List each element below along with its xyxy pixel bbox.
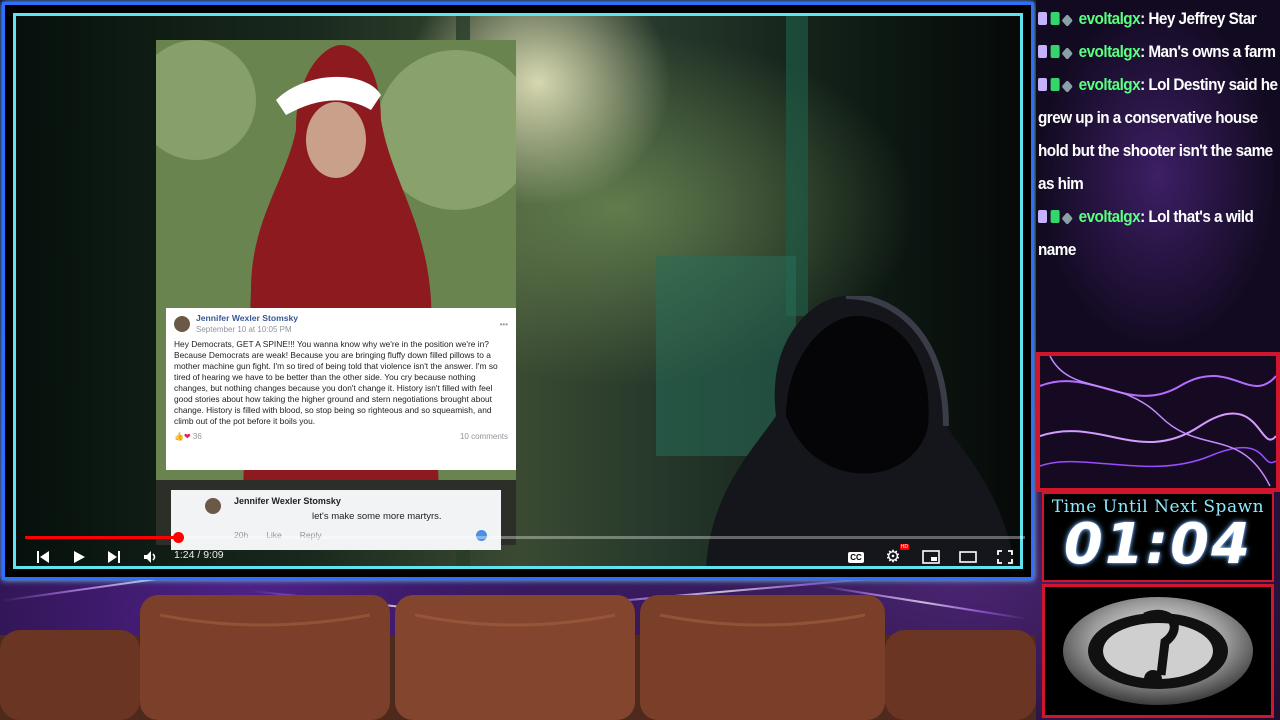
next-button[interactable]: [104, 545, 124, 569]
diamond-badge-icon: [1061, 80, 1073, 93]
music-note-logo-icon: [1063, 597, 1253, 705]
moderator-badge-icon: [1050, 78, 1060, 91]
diamond-badge-icon: [1061, 47, 1073, 60]
lightning-background-image: [1040, 356, 1276, 487]
chat-username: evoltalgx: [1078, 42, 1141, 61]
player-controls: 1:24 / 9:09 CC ⚙ HD: [25, 544, 1025, 569]
theater-icon: [959, 551, 977, 563]
volume-button[interactable]: [140, 545, 162, 569]
previous-button[interactable]: [33, 545, 53, 569]
twitch-badge-icon: [1038, 45, 1047, 58]
chat-message: evoltalgx: Hey Jeffrey Star: [1038, 2, 1279, 35]
couch-image: [0, 595, 1036, 720]
previous-icon: [37, 551, 49, 563]
settings-button[interactable]: ⚙ HD: [882, 544, 909, 569]
captions-button[interactable]: CC: [845, 545, 867, 569]
post-author[interactable]: Jennifer Wexler Stomsky: [196, 313, 298, 324]
twitch-badge-icon: [1038, 12, 1047, 25]
miniplayer-icon: [922, 550, 940, 564]
chat-message: evoltalgx: Lol that's a wild name: [1038, 200, 1279, 266]
facebook-post-card: Jennifer Wexler Stomsky September 10 at …: [166, 308, 516, 470]
chat-username: evoltalgx: [1078, 75, 1141, 94]
post-date: September 10 at 10:05 PM: [196, 325, 292, 334]
comment-author: Jennifer Wexler Stomsky: [234, 496, 341, 506]
webcam-panel: [1036, 352, 1280, 492]
post-body: Hey Democrats, GET A SPINE!!! You wanna …: [174, 339, 498, 426]
facebook-comment: Jennifer Wexler Stomsky let's make some …: [171, 490, 501, 550]
moderator-badge-icon: [1050, 45, 1060, 58]
author-avatar: [174, 316, 190, 332]
scrubber-handle[interactable]: [173, 532, 184, 543]
chat-username: evoltalgx: [1078, 9, 1141, 28]
play-icon: [74, 551, 85, 563]
twitch-badge-icon: [1038, 210, 1047, 223]
chat-text: : Hey Jeffrey Star: [1140, 9, 1257, 28]
fullscreen-button[interactable]: [994, 545, 1016, 569]
stream-overlay: Jennifer Wexler Stomsky September 10 at …: [0, 0, 1280, 720]
time-display: 1:24 / 9:09: [174, 549, 224, 561]
spawn-timer-panel: Time Until Next Spawn 01:04: [1042, 492, 1274, 582]
chat-text: : Man's owns a farm: [1140, 42, 1276, 61]
hd-badge: HD: [899, 544, 909, 550]
chat-panel: evoltalgx: Hey Jeffrey Star evoltalgx: M…: [1036, 0, 1280, 352]
next-icon: [108, 551, 120, 563]
fullscreen-icon: [997, 550, 1013, 564]
settings-icon: ⚙: [885, 547, 901, 566]
play-button[interactable]: [69, 545, 89, 569]
chat-message: evoltalgx: Lol Destiny said he grew up i…: [1038, 68, 1279, 200]
theater-mode-button[interactable]: [957, 545, 979, 569]
comments-count: 10 comments: [459, 432, 508, 441]
moderator-badge-icon: [1050, 210, 1060, 223]
miniplayer-button[interactable]: [920, 545, 942, 569]
progress-fill: [25, 536, 178, 539]
diamond-badge-icon: [1061, 14, 1073, 27]
chat-username: evoltalgx: [1078, 207, 1141, 226]
twitch-badge-icon: [1038, 78, 1047, 91]
timer-value: 01:04: [1063, 512, 1253, 577]
chat-message: evoltalgx: Man's owns a farm: [1038, 35, 1279, 68]
diamond-badge-icon: [1061, 212, 1073, 225]
hooded-figure-image: [706, 296, 1015, 566]
comment-text: let's make some more martyrs.: [312, 511, 442, 522]
captions-icon: CC: [848, 551, 864, 563]
commenter-avatar: [205, 498, 221, 514]
moderator-badge-icon: [1050, 12, 1060, 25]
reactions-count: 👍❤ 36: [174, 432, 202, 441]
progress-bar[interactable]: [25, 532, 1025, 543]
chat-text: : Lol Destiny said he grew up in a conse…: [1038, 75, 1278, 193]
volume-icon: [144, 551, 156, 563]
post-options-icon: •••: [499, 319, 508, 329]
logo-panel: [1042, 584, 1274, 718]
video-player[interactable]: Jennifer Wexler Stomsky September 10 at …: [13, 13, 1023, 569]
video-player-frame: Jennifer Wexler Stomsky September 10 at …: [2, 2, 1034, 580]
